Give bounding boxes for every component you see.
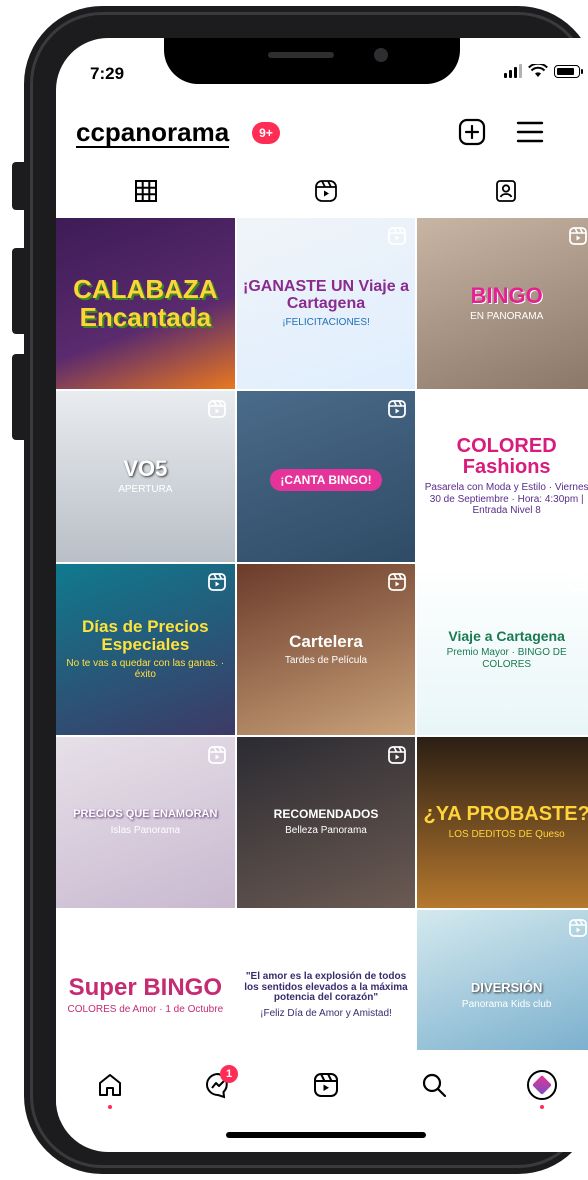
home-icon — [99, 1074, 121, 1096]
post-subtitle: APERTURA — [118, 484, 173, 496]
grid-icon — [135, 180, 157, 202]
post-tile[interactable]: ¡CANTA BINGO! — [236, 391, 416, 562]
tagged-user-icon — [496, 180, 516, 202]
reel-indicator-icon — [569, 919, 587, 937]
hamburger-menu-icon[interactable] — [516, 120, 544, 144]
search-icon — [422, 1073, 447, 1098]
reel-indicator-icon — [388, 400, 407, 418]
post-tile[interactable]: ¡GANASTE UN Viaje a Cartagena ¡FELICITACI… — [236, 218, 416, 389]
post-title: VO5 — [123, 456, 168, 482]
bottom-navigation: 1 — [56, 1050, 588, 1120]
post-tile[interactable]: CALABAZA Encantada — [56, 218, 235, 389]
reel-indicator-icon — [569, 573, 587, 591]
profile-tabs — [56, 166, 588, 216]
post-subtitle: Belleza Panorama — [285, 825, 367, 837]
create-plus-icon[interactable] — [458, 118, 486, 146]
tab-tagged[interactable] — [416, 166, 588, 216]
post-subtitle: LOS DEDITOS DE Queso — [448, 829, 565, 841]
screen: 7:29 ccpanorama 9+ CALABAZA Encantada ¡G… — [56, 38, 588, 1152]
post-title: DIVERSIÓN — [470, 979, 543, 995]
reel-indicator-icon — [207, 573, 226, 591]
post-subtitle: ¡Feliz Día de Amor y Amistad! — [260, 1007, 392, 1019]
volume-down-button — [12, 354, 24, 440]
nav-messages[interactable]: 1 — [196, 1063, 240, 1107]
post-tile[interactable]: Días de Precios Especiales No te vas a qu… — [56, 564, 235, 735]
reel-indicator-icon — [388, 573, 407, 591]
reels-icon — [314, 1073, 338, 1097]
post-title: BINGO — [470, 283, 543, 309]
post-tile[interactable]: PRECIOS QUE ENAMORAN Islas Panorama — [56, 737, 235, 908]
post-title: Cartelera — [289, 631, 363, 651]
volume-up-button — [12, 248, 24, 334]
reel-indicator-icon — [388, 746, 407, 764]
profile-active-dot — [540, 1105, 544, 1109]
post-title: Días de Precios Especiales — [82, 617, 209, 654]
nav-home[interactable] — [88, 1063, 132, 1109]
post-subtitle: ¡FELICITACIONES! — [282, 316, 370, 328]
post-subtitle: COLORES de Amor · 1 de Octubre — [67, 1004, 224, 1016]
status-icons — [504, 64, 583, 78]
posts-grid: CALABAZA Encantada ¡GANASTE UN Viaje a Ca… — [56, 218, 588, 1081]
nav-reels[interactable] — [304, 1063, 348, 1107]
notch — [164, 38, 460, 84]
home-indicator[interactable] — [226, 1132, 426, 1138]
reel-indicator-icon — [207, 746, 226, 764]
front-camera — [374, 48, 388, 62]
nav-search[interactable] — [412, 1063, 456, 1107]
post-title: CALABAZA Encantada — [73, 274, 218, 332]
reel-indicator-icon — [388, 227, 407, 245]
post-subtitle: Panorama Kids club — [461, 998, 552, 1010]
post-title: ¿YA PROBASTE? — [423, 803, 588, 826]
messages-badge: 1 — [220, 1065, 238, 1083]
post-subtitle: Pasarela con Moda y Estilo · Viernes 30 … — [424, 482, 588, 517]
post-tile[interactable]: Viaje a Cartagena Premio Mayor · BINGO DE… — [417, 564, 588, 735]
post-title: RECOMENDADOS — [273, 807, 379, 822]
post-title: Super BINGO — [68, 974, 222, 1002]
post-title: COLORED Fashions — [456, 435, 557, 479]
reel-indicator-icon — [569, 227, 587, 245]
post-subtitle: Premio Mayor · BINGO DE COLORES — [446, 647, 567, 670]
post-tile[interactable]: Cartelera Tardes de Película — [236, 564, 416, 735]
post-tile[interactable]: RECOMENDADOS Belleza Panorama — [236, 737, 416, 908]
post-title: Viaje a Cartagena — [448, 627, 565, 644]
profile-username[interactable]: ccpanorama — [76, 118, 230, 148]
post-tile[interactable]: BINGO EN PANORAMA — [417, 218, 588, 389]
post-tile[interactable]: VO5 APERTURA — [56, 391, 235, 562]
reel-indicator-icon — [569, 400, 587, 418]
tab-reels[interactable] — [236, 166, 416, 216]
post-subtitle: No te vas a quedar con las ganas. · éxit… — [66, 657, 225, 681]
profile-avatar — [527, 1070, 557, 1100]
reels-icon — [315, 180, 337, 202]
post-subtitle: Tardes de Película — [284, 654, 368, 666]
post-subtitle: Islas Panorama — [110, 824, 181, 836]
wifi-icon — [528, 64, 548, 77]
silent-switch — [12, 162, 24, 210]
tab-posts-grid[interactable] — [56, 166, 236, 216]
speaker — [268, 52, 334, 58]
home-active-dot — [108, 1105, 112, 1109]
status-time: 7:29 — [90, 64, 125, 83]
post-title: PRECIOS QUE ENAMORAN — [73, 807, 218, 820]
post-subtitle: EN PANORAMA — [470, 311, 544, 323]
post-tile[interactable]: ¿YA PROBASTE? LOS DEDITOS DE Queso — [417, 737, 588, 908]
battery-icon — [554, 65, 583, 78]
reel-indicator-icon — [207, 400, 226, 418]
post-pill-label: ¡CANTA BINGO! — [270, 468, 382, 491]
post-tile[interactable]: COLORED Fashions Pasarela con Moda y Esti… — [417, 391, 588, 562]
signal-icon — [504, 64, 522, 78]
post-title: ¡GANASTE UN Viaje a Cartagena — [243, 277, 409, 312]
post-title: "El amor es la explosión de todos los se… — [244, 971, 408, 1003]
notification-badge[interactable]: 9+ — [252, 122, 280, 144]
nav-profile[interactable] — [520, 1063, 564, 1109]
